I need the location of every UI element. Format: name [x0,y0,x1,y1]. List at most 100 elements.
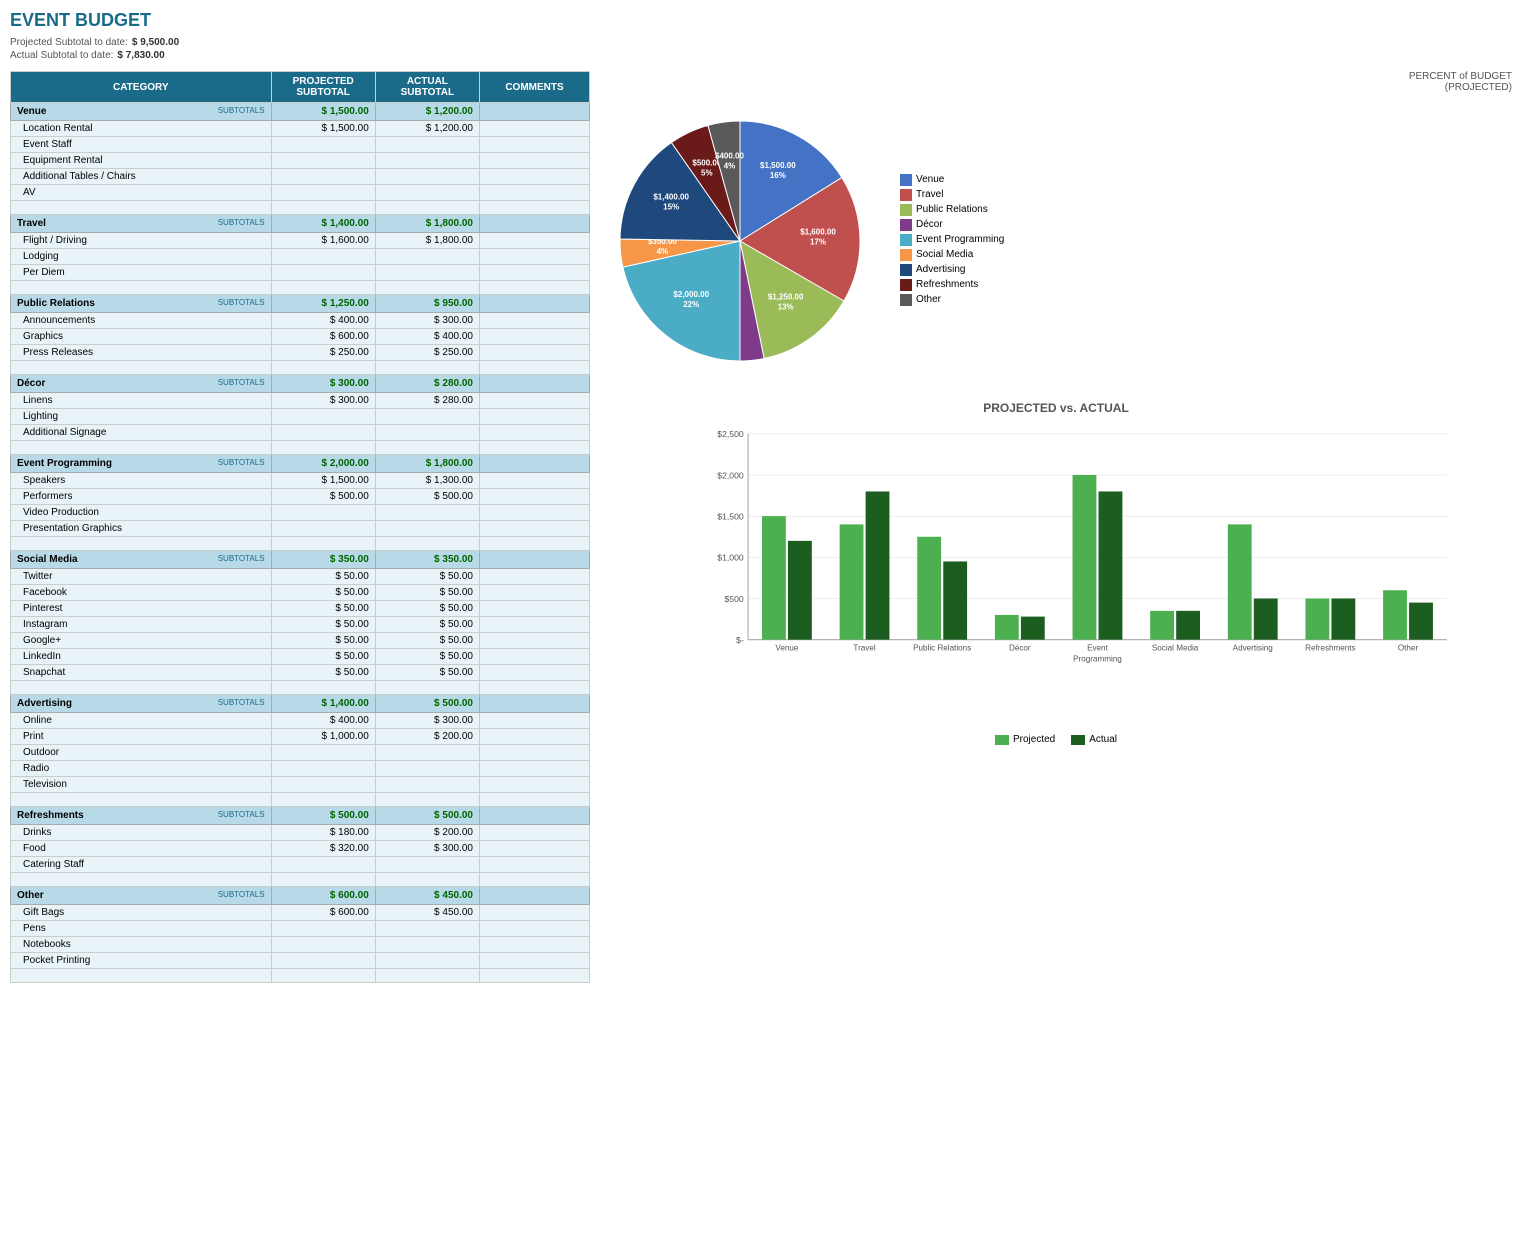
item-projected: $ 1,000.00 [271,729,375,745]
category-name: Refreshments SUBTOTALS [11,807,272,825]
pie-chart-svg: $1,500.0016%$1,600.0017%$1,250.0013%$2,0… [600,101,880,381]
category-name: Venue SUBTOTALS [11,103,272,121]
category-row: Venue SUBTOTALS $ 1,500.00 $ 1,200.00 [11,103,590,121]
header-category: CATEGORY [11,72,272,103]
item-actual: $ 450.00 [375,905,479,921]
item-actual: $ 1,200.00 [375,121,479,137]
item-actual: $ 300.00 [375,713,479,729]
category-row: Other SUBTOTALS $ 600.00 $ 450.00 [11,887,590,905]
spacer-row [11,681,590,695]
item-projected: $ 50.00 [271,665,375,681]
bar-projected [1383,590,1407,639]
item-name: Pinterest [11,601,272,617]
item-projected: $ 1,500.00 [271,121,375,137]
item-projected [271,185,375,201]
legend-item: Advertising [900,264,1004,276]
category-name: Travel SUBTOTALS [11,215,272,233]
item-comments [479,617,589,633]
item-name: Instagram [11,617,272,633]
item-name: Per Diem [11,265,272,281]
table-row: Outdoor [11,745,590,761]
item-name: Facebook [11,585,272,601]
bar-actual [1021,617,1045,640]
item-comments [479,841,589,857]
item-projected: $ 400.00 [271,713,375,729]
table-row: Lighting [11,409,590,425]
item-name: Flight / Driving [11,233,272,249]
category-projected: $ 1,400.00 [271,215,375,233]
bar-legend-projected: Projected [995,734,1055,745]
item-name: Print [11,729,272,745]
item-comments [479,313,589,329]
spacer-row [11,537,590,551]
category-actual: $ 500.00 [375,807,479,825]
item-comments [479,521,589,537]
table-row: Facebook $ 50.00 $ 50.00 [11,585,590,601]
spacer-row [11,281,590,295]
item-actual [375,185,479,201]
bar-x-label: Public Relations [913,644,971,653]
bar-chart-title: PROJECTED vs. ACTUAL [600,401,1512,415]
table-row: Graphics $ 600.00 $ 400.00 [11,329,590,345]
spacer-row [11,361,590,375]
item-actual: $ 50.00 [375,665,479,681]
item-projected [271,761,375,777]
item-comments [479,729,589,745]
page-title: EVENT BUDGET [10,10,1512,31]
item-name: Presentation Graphics [11,521,272,537]
table-row: Press Releases $ 250.00 $ 250.00 [11,345,590,361]
legend-item: Public Relations [900,204,1004,216]
item-actual [375,409,479,425]
category-name: Public Relations SUBTOTALS [11,295,272,313]
item-comments [479,169,589,185]
item-name: Graphics [11,329,272,345]
table-row: Additional Signage [11,425,590,441]
category-comments [479,215,589,233]
bar-x-label: Refreshments [1305,644,1355,653]
item-name: Announcements [11,313,272,329]
legend-item: Décor [900,219,1004,231]
item-actual: $ 300.00 [375,313,479,329]
table-row: Radio [11,761,590,777]
item-actual: $ 50.00 [375,585,479,601]
category-row: Décor SUBTOTALS $ 300.00 $ 280.00 [11,375,590,393]
bar-actual [1409,603,1433,640]
item-actual: $ 50.00 [375,649,479,665]
item-name: Online [11,713,272,729]
table-row: Catering Staff [11,857,590,873]
bar-chart-svg: $2,500$2,000$1,500$1,000$500$-VenueTrave… [645,423,1512,683]
table-row: AV [11,185,590,201]
bar-projected [1228,524,1252,639]
projected-subtitle-row: Projected Subtotal to date: $ 9,500.00 [10,37,1512,48]
item-name: Pocket Printing [11,953,272,969]
item-actual: $ 1,800.00 [375,233,479,249]
item-projected [271,425,375,441]
item-comments [479,265,589,281]
spacer-row [11,969,590,983]
bar-projected [1150,611,1174,640]
table-row: Equipment Rental [11,153,590,169]
table-row: Linens $ 300.00 $ 280.00 [11,393,590,409]
category-projected: $ 350.00 [271,551,375,569]
item-projected [271,857,375,873]
item-name: Catering Staff [11,857,272,873]
item-actual: $ 400.00 [375,329,479,345]
item-comments [479,569,589,585]
item-name: Food [11,841,272,857]
item-projected: $ 180.00 [271,825,375,841]
category-projected: $ 600.00 [271,887,375,905]
category-projected: $ 1,400.00 [271,695,375,713]
item-comments [479,857,589,873]
table-row: Print $ 1,000.00 $ 200.00 [11,729,590,745]
item-name: Event Staff [11,137,272,153]
table-row: Drinks $ 180.00 $ 200.00 [11,825,590,841]
table-row: Google+ $ 50.00 $ 50.00 [11,633,590,649]
item-name: Press Releases [11,345,272,361]
item-projected [271,265,375,281]
item-comments [479,121,589,137]
item-actual: $ 1,300.00 [375,473,479,489]
item-projected: $ 50.00 [271,569,375,585]
bar-chart-legend: Projected Actual [600,734,1512,745]
category-name: Event Programming SUBTOTALS [11,455,272,473]
category-name: Social Media SUBTOTALS [11,551,272,569]
